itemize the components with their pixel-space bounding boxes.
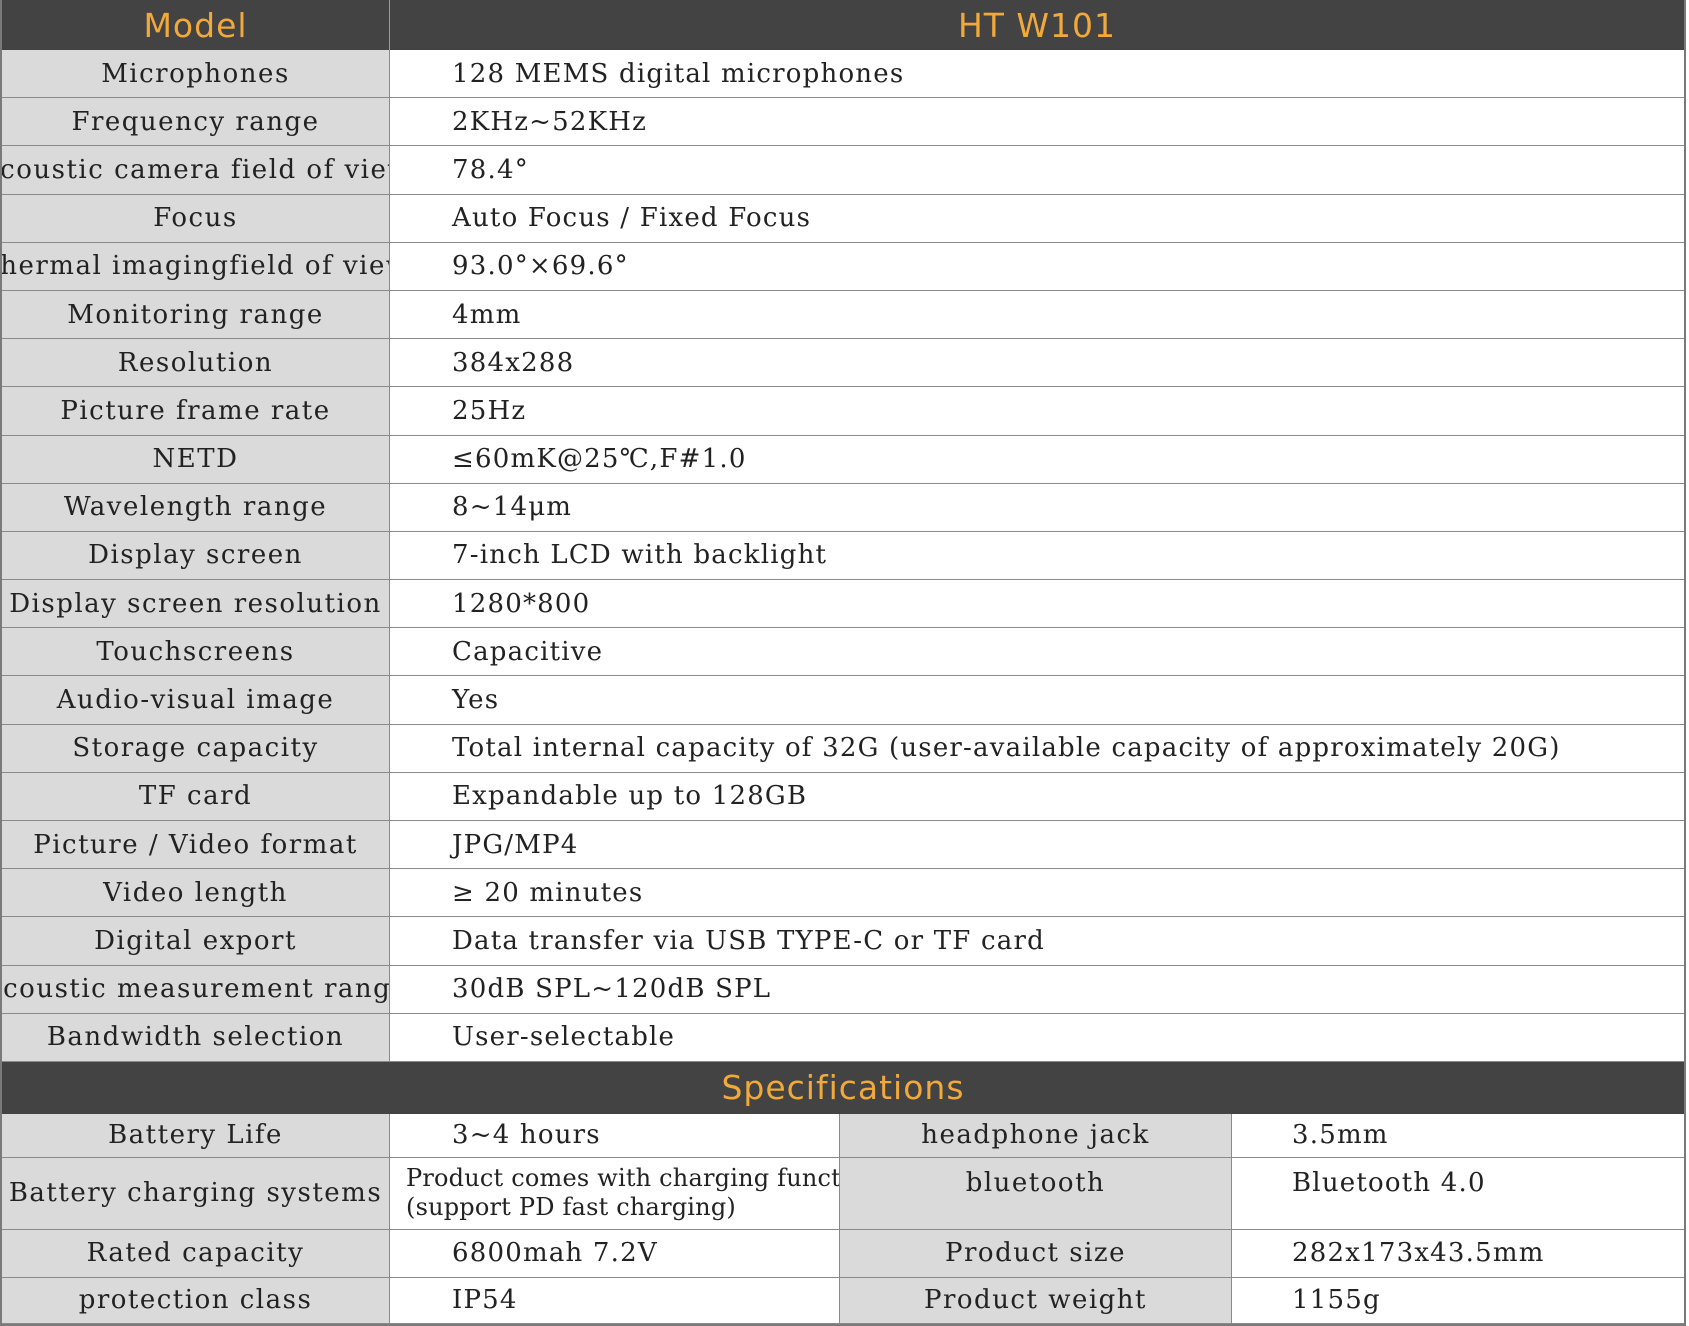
- spec-label: Touchscreens: [2, 628, 390, 676]
- spec-row-digital-export: Digital export Data transfer via USB TYP…: [2, 917, 1684, 966]
- spec-label: Acoustic measurement range: [2, 965, 390, 1013]
- spec-value: 6800mah 7.2V: [390, 1229, 840, 1277]
- spec-value: 25Hz: [452, 395, 527, 426]
- spec-row-video-length: Video length ≥ 20 minutes: [2, 869, 1684, 918]
- spec-row-acoustic-measurement-range: Acoustic measurement range 30dB SPL~120d…: [2, 965, 1684, 1014]
- spec-label: Monitoring range: [2, 290, 390, 339]
- spec-value: 2KHz~52KHz: [452, 106, 648, 137]
- spec-row-tf-card: TF card Expandable up to 128GB: [2, 772, 1684, 821]
- spec-label: headphone jack: [840, 1113, 1232, 1157]
- spec-row-bandwidth-selection: Bandwidth selection User-selectable: [2, 1013, 1684, 1062]
- spec-value: 384x288: [452, 347, 575, 378]
- spec-row-display-resolution: Display screen resolution 1280*800: [2, 580, 1684, 629]
- spec-label: Picture frame rate: [2, 387, 390, 435]
- spec-label: Video length: [2, 869, 390, 917]
- spec-label: Audio-visual image: [2, 676, 390, 724]
- spec-value: 8~14μm: [452, 492, 573, 523]
- spec-value: 1155g: [1292, 1285, 1381, 1316]
- spec-row-acoustic-fov: Acoustic camera field of view 78.4°: [2, 146, 1684, 195]
- specifications-header-row: Specifications: [2, 1061, 1684, 1114]
- spec-value: Total internal capacity of 32G (user-ava…: [452, 733, 1561, 764]
- spec-value: 3.5mm: [1292, 1120, 1389, 1151]
- spec-row-frame-rate: Picture frame rate 25Hz: [2, 387, 1684, 436]
- spec-value: 4mm: [452, 299, 522, 330]
- spec-value: ≤60mK@25℃,F#1.0: [452, 444, 747, 475]
- spec-label: Product weight: [840, 1277, 1232, 1323]
- spec-label: Picture / Video format: [2, 821, 390, 869]
- spec-label: protection class: [2, 1277, 390, 1323]
- spec-label: Frequency range: [2, 98, 390, 146]
- spec-value: User-selectable: [452, 1022, 676, 1053]
- spec-label: Thermal imagingfield of view: [2, 242, 390, 290]
- model-value: HT W101: [957, 5, 1117, 45]
- spec-label: Digital export: [2, 917, 390, 965]
- spec-row-picture-video-format: Picture / Video format JPG/MP4: [2, 821, 1684, 870]
- spec-label: Wavelength range: [2, 483, 390, 531]
- spec-row-focus: Focus Auto Focus / Fixed Focus: [2, 194, 1684, 243]
- spec-label: Display screen resolution: [2, 580, 390, 628]
- spec-label: NETD: [2, 435, 390, 483]
- spec-label: bluetooth: [840, 1157, 1232, 1229]
- spec-row-frequency-range: Frequency range 2KHz~52KHz: [2, 98, 1684, 147]
- spec-value: Bluetooth 4.0: [1292, 1167, 1486, 1198]
- spec-label: Acoustic camera field of view: [2, 146, 390, 194]
- bottom-row-protection-class: protection class IP54 Product weight 115…: [2, 1277, 1684, 1324]
- spec-value: 93.0°×69.6°: [452, 251, 629, 282]
- spec-label: TF card: [2, 772, 390, 820]
- spec-label: Product size: [840, 1229, 1232, 1277]
- spec-value-multiline: Product comes with charging function (su…: [390, 1157, 840, 1229]
- spec-value: 30dB SPL~120dB SPL: [452, 974, 772, 1005]
- section-title: Specifications: [721, 1068, 965, 1108]
- spec-row-display-screen: Display screen 7-inch LCD with backlight: [2, 531, 1684, 581]
- spec-value: Yes: [452, 685, 500, 716]
- spec-value: 7-inch LCD with backlight: [452, 540, 828, 571]
- spec-row-wavelength-range: Wavelength range 8~14μm: [2, 483, 1684, 532]
- spec-label: Storage capacity: [2, 724, 390, 772]
- spec-value: 78.4°: [452, 154, 529, 185]
- spec-value: IP54: [390, 1277, 840, 1323]
- spec-value: Data transfer via USB TYPE-C or TF card: [452, 925, 1045, 956]
- spec-label: Battery Life: [2, 1113, 390, 1157]
- bottom-row-battery-life: Battery Life 3~4 hours headphone jack 3.…: [2, 1113, 1684, 1158]
- spec-table: Model HT W101 Microphones 128 MEMS digit…: [0, 0, 1686, 1326]
- spec-value: 282x173x43.5mm: [1292, 1238, 1545, 1269]
- spec-value: 128 MEMS digital microphones: [452, 58, 905, 89]
- spec-value: 1280*800: [452, 588, 591, 619]
- spec-row-thermal-fov: Thermal imagingfield of view 93.0°×69.6°: [2, 242, 1684, 291]
- spec-value-line: (support PD fast charging): [406, 1193, 736, 1222]
- spec-label: Display screen: [2, 531, 390, 580]
- spec-row-storage-capacity: Storage capacity Total internal capacity…: [2, 724, 1684, 773]
- spec-row-monitoring-range: Monitoring range 4mm: [2, 290, 1684, 340]
- spec-value: ≥ 20 minutes: [452, 877, 644, 908]
- bottom-row-rated-capacity: Rated capacity 6800mah 7.2V Product size…: [2, 1229, 1684, 1278]
- spec-label: Bandwidth selection: [2, 1013, 390, 1061]
- spec-value: JPG/MP4: [452, 829, 579, 860]
- spec-value: Auto Focus / Fixed Focus: [452, 203, 812, 234]
- spec-label: Resolution: [2, 339, 390, 387]
- model-label: Model: [2, 0, 390, 50]
- model-header-row: Model HT W101: [2, 0, 1684, 50]
- spec-label: Rated capacity: [2, 1229, 390, 1277]
- bottom-row-charging: Battery charging systems Product comes w…: [2, 1157, 1684, 1230]
- spec-row-netd: NETD ≤60mK@25℃,F#1.0: [2, 435, 1684, 484]
- spec-value: 3~4 hours: [390, 1113, 840, 1157]
- spec-row-microphones: Microphones 128 MEMS digital microphones: [2, 50, 1684, 99]
- spec-row-audio-visual-image: Audio-visual image Yes: [2, 676, 1684, 725]
- spec-value-line: Product comes with charging function: [406, 1164, 840, 1193]
- spec-label: Battery charging systems: [2, 1157, 390, 1229]
- spec-label: Focus: [2, 194, 390, 242]
- spec-row-resolution: Resolution 384x288: [2, 339, 1684, 388]
- spec-row-touchscreens: Touchscreens Capacitive: [2, 628, 1684, 677]
- spec-value: Capacitive: [452, 636, 604, 667]
- spec-label: Microphones: [2, 50, 390, 98]
- spec-value: Expandable up to 128GB: [452, 781, 808, 812]
